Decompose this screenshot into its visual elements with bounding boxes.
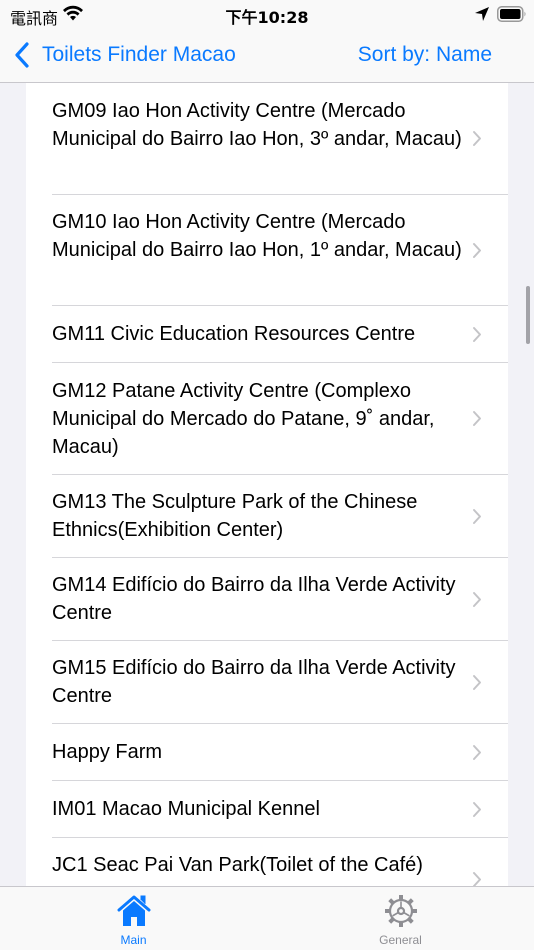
list-item-label: IM01 Macao Municipal Kennel [52, 798, 320, 820]
back-button-label: Toilets Finder Macao [42, 43, 236, 66]
list-item[interactable]: JC1 Seac Pai Van Park(Toilet of the Café… [26, 838, 508, 886]
location-arrow-icon [475, 7, 489, 21]
list-item[interactable]: Happy Farm [26, 724, 508, 781]
toilet-list: GM09 Iao Hon Activity Centre (Mercado Mu… [26, 83, 508, 886]
list-item[interactable]: GM13 The Sculpture Park of the Chinese E… [26, 475, 508, 558]
back-button[interactable]: Toilets Finder Macao [14, 38, 236, 72]
chevron-right-icon [473, 872, 481, 886]
tab-general[interactable]: General [267, 887, 534, 950]
list-item[interactable]: GM09 Iao Hon Activity Centre (Mercado Mu… [26, 83, 508, 195]
list-item-label: GM13 The Sculpture Park of the Chinese E… [52, 491, 418, 541]
chevron-right-icon [473, 509, 481, 524]
battery-icon [497, 6, 526, 22]
chevron-right-icon [473, 411, 481, 426]
list-item-label: JC1 Seac Pai Van Park(Toilet of the Café… [52, 854, 423, 876]
tab-bar: Main General [0, 886, 534, 950]
gear-icon [384, 895, 417, 927]
status-bar: 電訊商 下午10:28 [0, 0, 534, 30]
list-item-label: GM15 Edifício do Bairro da Ilha Verde Ac… [52, 657, 456, 707]
tab-main[interactable]: Main [0, 887, 267, 950]
chevron-right-icon [473, 327, 481, 342]
list-item[interactable]: GM12 Patane Activity Centre (Complexo Mu… [26, 363, 508, 475]
list-item-label: GM10 Iao Hon Activity Centre (Mercado Mu… [52, 211, 462, 261]
tab-general-label: General [379, 933, 422, 947]
tab-main-label: Main [120, 933, 147, 947]
list-item[interactable]: GM10 Iao Hon Activity Centre (Mercado Mu… [26, 195, 508, 306]
clock-time: 下午10:28 [225, 8, 309, 27]
chevron-right-icon [473, 243, 481, 258]
chevron-left-icon [15, 42, 29, 68]
chevron-right-icon [473, 131, 481, 146]
chevron-right-icon [473, 675, 481, 690]
list-item-label: Happy Farm [52, 741, 163, 763]
chevron-right-icon [473, 745, 481, 760]
house-icon [117, 895, 150, 926]
list-item[interactable]: GM11 Civic Education Resources Centre [26, 306, 508, 363]
list-item[interactable]: GM15 Edifício do Bairro da Ilha Verde Ac… [26, 641, 508, 724]
sort-button[interactable]: Sort by: Name [358, 38, 492, 72]
list-item[interactable]: GM14 Edifício do Bairro da Ilha Verde Ac… [26, 558, 508, 641]
list-item-label: GM12 Patane Activity Centre (Complexo Mu… [52, 380, 435, 458]
scroll-indicator[interactable] [526, 286, 530, 344]
chevron-right-icon [473, 802, 481, 817]
chevron-right-icon [473, 592, 481, 607]
list-item-label: GM11 Civic Education Resources Centre [52, 323, 416, 345]
list-item-label: GM14 Edifício do Bairro da Ilha Verde Ac… [52, 574, 456, 624]
list-item[interactable]: IM01 Macao Municipal Kennel [26, 781, 508, 838]
navigation-bar: Toilets Finder Macao Sort by: Name [0, 30, 534, 83]
app-screen: 電訊商 下午10:28 Toilets Finder Macao Sort by… [0, 0, 534, 950]
list-item-label: GM09 Iao Hon Activity Centre (Mercado Mu… [52, 100, 462, 150]
